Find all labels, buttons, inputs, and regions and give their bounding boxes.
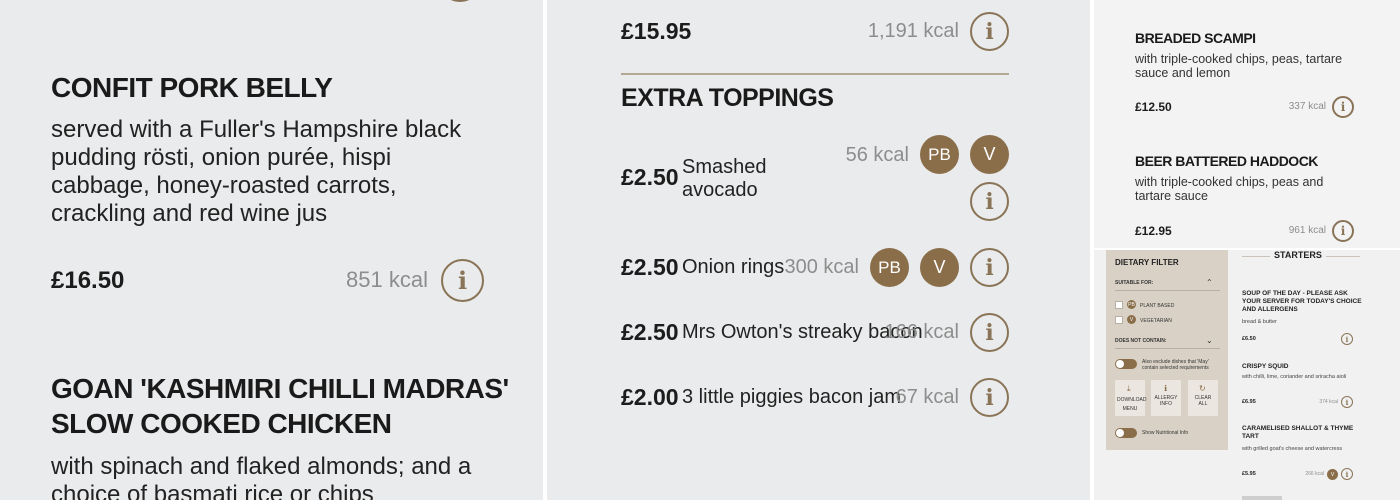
info-icon[interactable]: i (441, 259, 484, 302)
topping-name: Onion rings (682, 256, 785, 278)
tool-label-continued: ALL (1198, 401, 1208, 407)
menu-panel-starters-with-filter: DIETARY FILTER SUITABLE FOR: ⌃ PB PLANT … (1094, 250, 1400, 500)
dish-price: £6.50 (1242, 336, 1256, 342)
topping-name: 3 little piggies bacon jam (682, 386, 902, 408)
dish-kcal: 374 kcal (1319, 399, 1338, 405)
topping-name: Smashed (682, 156, 767, 178)
nutritional-info-toggle[interactable] (1115, 428, 1137, 438)
checkbox-vegetarian[interactable] (1115, 316, 1123, 324)
clear-all-button[interactable]: ↻ CLEAR ALL (1188, 380, 1218, 416)
allergy-info-button[interactable]: ℹ ALLERGY INFO (1151, 380, 1181, 416)
topping-price: £2.50 (621, 254, 679, 280)
dish-price: £12.50 (1135, 100, 1172, 114)
menu-panel-fish: BREADED SCAMPI with triple-cooked chips,… (1094, 0, 1400, 248)
dish-description: with triple-cooked chips, peas and tarta… (1135, 175, 1324, 203)
info-icon: ℹ (1164, 384, 1168, 393)
dish-kcal: 337 kcal (1288, 101, 1326, 112)
dish-description: with spinach and flaked almonds; and a c… (51, 453, 472, 500)
suitable-for-heading[interactable]: SUITABLE FOR: (1115, 280, 1153, 286)
info-icon[interactable]: i (970, 12, 1009, 51)
dish-price: £16.50 (51, 267, 125, 294)
divider (1115, 290, 1220, 291)
exclude-may-contain-toggle[interactable] (1115, 359, 1137, 369)
dietary-filter-sidebar: DIETARY FILTER SUITABLE FOR: ⌃ PB PLANT … (1106, 250, 1228, 450)
topping-kcal: 300 kcal (784, 256, 860, 278)
dish-description: with grilled goat's cheese and watercres… (1242, 446, 1343, 452)
info-icon[interactable] (438, 0, 482, 2)
download-menu-button[interactable]: ⤓ DOWNLOAD MENU (1115, 380, 1147, 416)
dish-title: BEER BATTERED HADDOCK (1135, 153, 1318, 169)
dish-description: with triple-cooked chips, peas, tartare … (1135, 52, 1343, 80)
dish-price: £12.95 (1135, 224, 1172, 238)
info-icon[interactable]: i (1341, 396, 1353, 408)
filter-title: DIETARY FILTER (1115, 258, 1179, 267)
dish-kcal: 1,191 kcal (867, 20, 959, 42)
info-icon[interactable]: i (1332, 220, 1354, 242)
section-title: STARTERS (1270, 250, 1326, 260)
info-icon[interactable]: i (970, 378, 1009, 417)
refresh-icon: ↻ (1199, 384, 1206, 393)
dish-title-continued: SLOW COOKED CHICKEN (51, 408, 392, 439)
topping-price: £2.00 (621, 384, 679, 410)
dish-kcal: 961 kcal (1288, 225, 1326, 236)
chevron-down-icon[interactable]: ⌄ (1206, 336, 1213, 345)
dish-title: SOUP OF THE DAY - PLEASE ASK YOUR SERVER… (1242, 290, 1362, 313)
divider (1115, 348, 1220, 349)
info-icon[interactable]: i (970, 248, 1009, 287)
topping-kcal: 67 kcal (895, 386, 959, 408)
dish-title: CARAMELISED SHALLOT & THYME TART (1242, 425, 1354, 440)
topping-kcal: 56 kcal (845, 144, 909, 166)
dish-description: with chilli, lime, coriander and srirach… (1242, 374, 1347, 380)
section-divider (621, 73, 1009, 75)
next-item-cutoff (1242, 496, 1282, 500)
info-icon[interactable]: i (1341, 468, 1353, 480)
info-icon[interactable]: i (1341, 333, 1353, 345)
toggle-label: Also exclude dishes that 'May' contain s… (1142, 359, 1209, 371)
dish-title: CRISPY SQUID (1242, 363, 1289, 370)
dish-kcal: 851 kcal (346, 267, 428, 292)
topping-price: £2.50 (621, 319, 679, 345)
topping-kcal: 166 kcal (884, 321, 960, 343)
dish-description: bread & butter (1242, 319, 1277, 325)
dish-title: GOAN 'KASHMIRI CHILLI MADRAS' (51, 373, 509, 404)
plant-based-badge: PB (1127, 300, 1136, 309)
toggle-label: Show Nutritional Info (1142, 430, 1189, 436)
download-icon: ⤓ (1127, 384, 1131, 393)
checkbox-plant-based[interactable] (1115, 301, 1123, 309)
dish-title: BREADED SCAMPI (1135, 30, 1256, 46)
section-title: EXTRA TOPPINGS (621, 84, 834, 112)
plant-based-badge: PB (870, 248, 909, 287)
topping-name-continued: avocado (682, 179, 758, 201)
vegetarian-badge: V (920, 248, 959, 287)
menu-panel-mains: CONFIT PORK BELLY served with a Fuller's… (0, 0, 543, 500)
dish-price: £5.95 (1242, 471, 1256, 477)
vegetarian-badge: V (1127, 315, 1136, 324)
tool-label: DOWNLOAD (1117, 397, 1147, 403)
topping-price: £2.50 (621, 164, 679, 190)
info-icon[interactable]: i (1332, 96, 1354, 118)
info-icon[interactable]: i (970, 182, 1009, 221)
option-label: PLANT BASED (1140, 303, 1175, 309)
dish-description: served with a Fuller's Hampshire black p… (51, 116, 462, 227)
vegetarian-badge: V (1327, 469, 1338, 480)
dish-title: CONFIT PORK BELLY (51, 72, 333, 103)
tool-label-continued: INFO (1160, 401, 1172, 407)
dish-price: £6.95 (1242, 399, 1256, 405)
menu-panel-toppings: £15.95 1,191 kcal i EXTRA TOPPINGS £2.50… (547, 0, 1090, 500)
does-not-contain-heading[interactable]: DOES NOT CONTAIN: (1115, 338, 1167, 344)
plant-based-badge: PB (920, 135, 959, 174)
chevron-up-icon[interactable]: ⌃ (1206, 278, 1213, 287)
dish-price: £15.95 (621, 18, 692, 44)
tool-label-continued: MENU (1122, 406, 1138, 412)
info-icon[interactable]: i (970, 313, 1009, 352)
vegetarian-badge: V (970, 135, 1009, 174)
option-label: VEGETARIAN (1140, 318, 1172, 324)
dish-kcal: 266 kcal (1305, 471, 1324, 477)
